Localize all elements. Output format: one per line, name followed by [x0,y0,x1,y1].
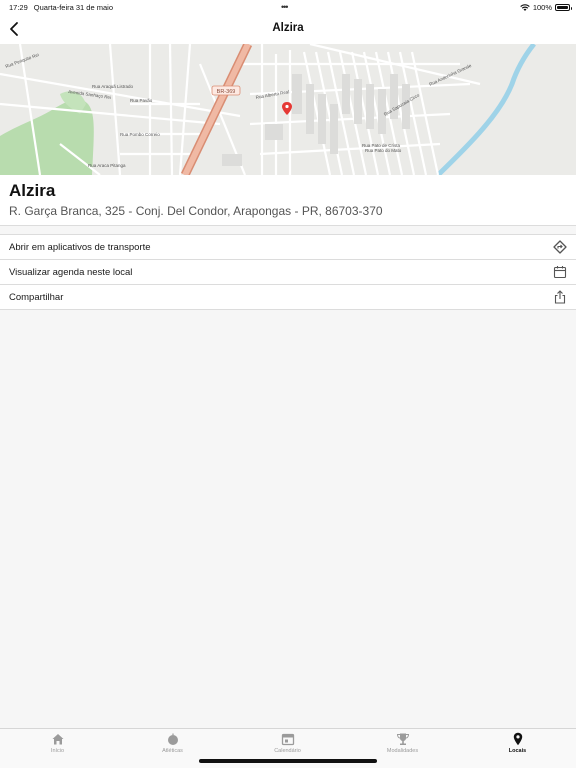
view-schedule-button[interactable]: Visualizar agenda neste local [0,260,576,285]
street-label: Rua Araca Pitanga [88,163,126,168]
share-button[interactable]: Compartilhar [0,285,576,310]
street-label: Rua Pato de Crista [362,143,401,148]
page-title: Alzira [272,22,304,34]
battery-percent: 100% [532,3,552,12]
calendar-icon [281,733,294,746]
tab-label: Atléticas [162,748,183,754]
location-pin-icon [513,732,522,746]
navigation-bar: Alzira [0,14,576,44]
directions-icon [553,240,567,254]
action-label: Abrir em aplicativos de transporte [9,242,151,253]
street-label: Rua Pavão [130,98,153,103]
tab-label: Início [50,748,65,754]
multitasking-dots[interactable]: ••• [281,2,289,12]
highway-label: BR-369 [217,89,236,95]
street-label: Rua Pato do Mato [365,148,402,153]
trophy-icon [396,733,409,745]
tab-label: Calendário [274,748,301,754]
map-canvas: BR-369 Avenida Sanhaço Rei Rua Pavão Rua… [0,44,576,175]
tab-locais[interactable]: Locais [460,729,575,768]
action-label: Visualizar agenda neste local [9,267,133,278]
street-label: Rua Araquã Listrado [92,84,134,89]
tab-inicio[interactable]: Início [0,729,115,768]
home-indicator[interactable] [199,759,377,763]
place-address: R. Garça Branca, 325 - Conj. Del Condor,… [9,204,383,218]
map-view[interactable]: BR-369 Avenida Sanhaço Rei Rua Pavão Rua… [0,44,576,175]
status-left: 17:29 Quarta-feira 31 de maio [9,3,113,12]
action-list: Abrir em aplicativos de transporte Visua… [0,234,576,310]
calendar-icon [553,266,567,279]
place-header: Alzira R. Garça Branca, 325 - Conj. Del … [0,175,576,226]
wifi-icon [520,3,530,11]
ball-icon [167,733,178,745]
status-bar: 17:29 Quarta-feira 31 de maio ••• 100% [0,0,576,14]
status-time: 17:29 [9,3,28,12]
share-icon [554,290,566,304]
street-label: Rua Pombo Correio [120,132,160,137]
battery-icon [555,4,572,11]
open-transport-apps-button[interactable]: Abrir em aplicativos de transporte [0,235,576,260]
place-name: Alzira [9,181,56,200]
status-right: 100% [520,3,572,12]
status-date: Quarta-feira 31 de maio [33,3,113,12]
action-label: Compartilhar [9,292,64,303]
tab-label: Modalidades [386,748,419,754]
home-icon [52,734,63,745]
tab-label: Locais [508,748,527,754]
